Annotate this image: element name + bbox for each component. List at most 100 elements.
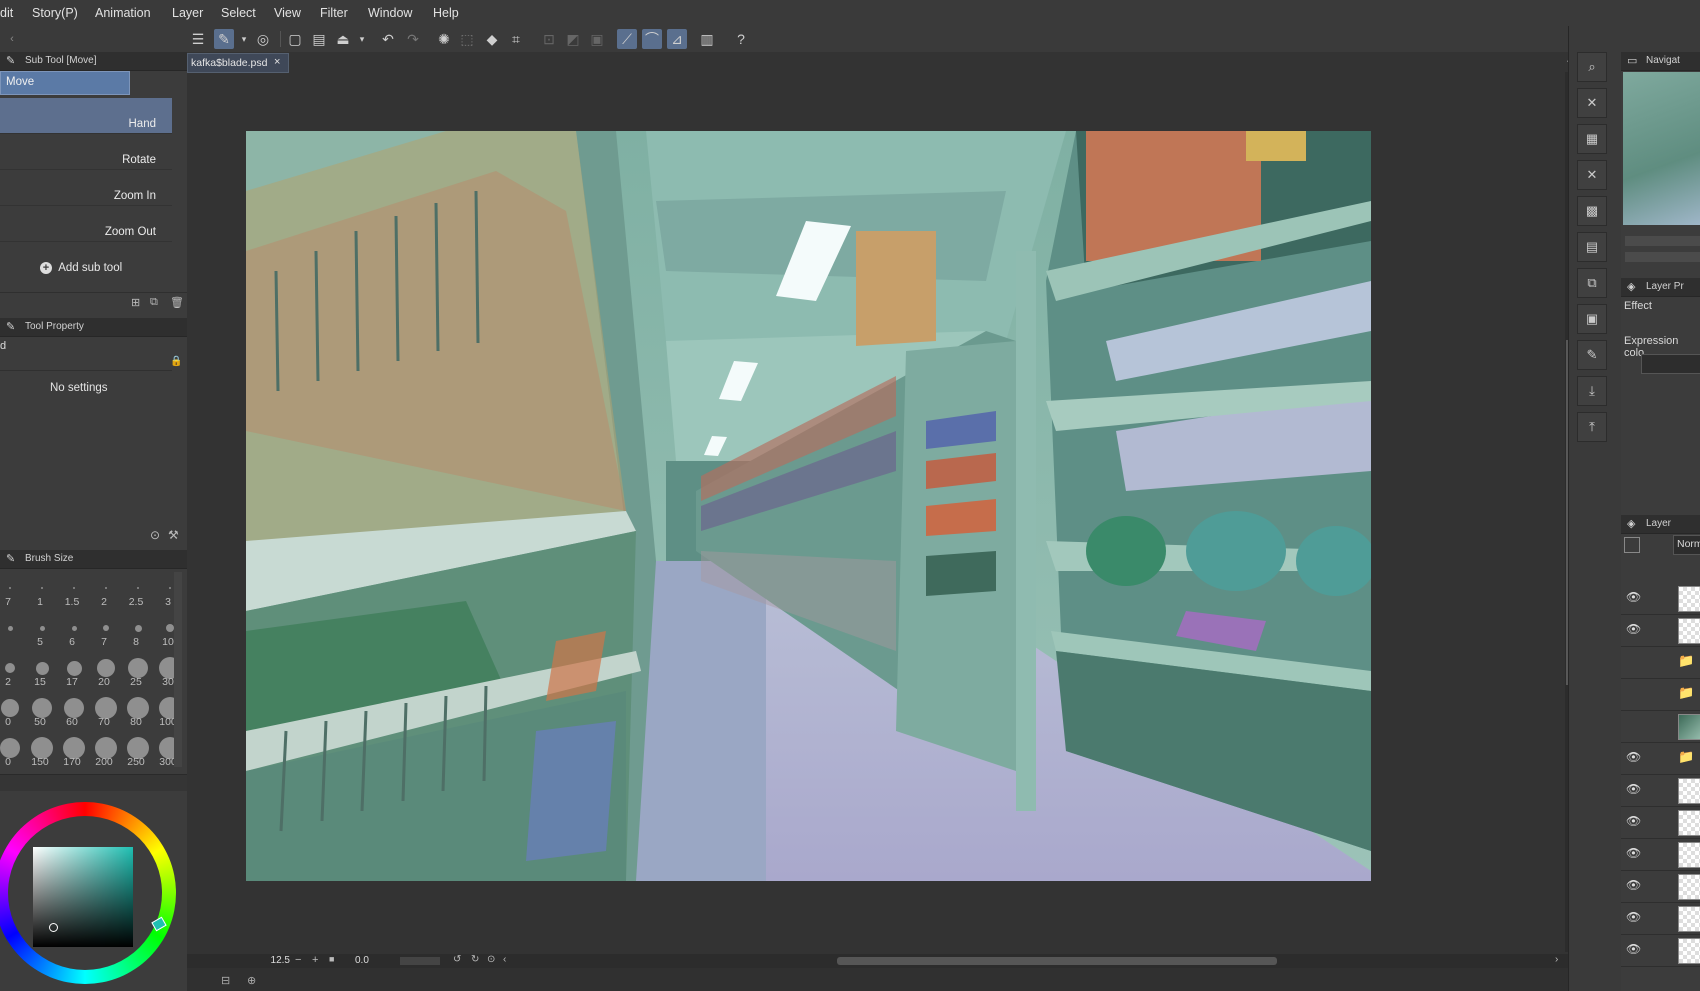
brush-size-cell[interactable]: 70 — [90, 690, 122, 730]
brush-size-cell[interactable]: 1.5 — [58, 570, 90, 610]
brush-size-cell[interactable]: 250 — [122, 730, 154, 770]
menu-select[interactable]: Select — [221, 6, 256, 20]
navigator-preview[interactable] — [1623, 72, 1700, 225]
eye-icon[interactable]: 👁 — [1626, 878, 1641, 892]
layer-row[interactable]: 👁 — [1621, 774, 1700, 807]
menu-story[interactable]: Story(P) — [32, 6, 78, 20]
zoom-out-icon[interactable]: − — [295, 954, 301, 966]
menu-filter[interactable]: Filter — [320, 6, 348, 20]
document-tab[interactable]: kafka$blade.psd × — [187, 53, 289, 73]
sparkle-icon[interactable]: ✺ — [434, 29, 454, 49]
eye-icon[interactable]: 👁 — [1626, 910, 1641, 924]
flip-icon[interactable]: ‹ — [503, 954, 506, 965]
fit-icon[interactable]: ■ — [329, 954, 334, 964]
layer-row[interactable]: 📁 — [1621, 646, 1700, 679]
menu-animation[interactable]: Animation — [95, 6, 151, 20]
chevron-down-icon[interactable]: ▾ — [352, 29, 372, 49]
brush-size-cell[interactable]: 1 — [26, 570, 58, 610]
copy-subtool-icon[interactable]: ⧉ — [150, 296, 162, 308]
navigator-rotate-slider[interactable] — [1625, 252, 1700, 262]
brush-size-cell[interactable]: 150 — [26, 730, 58, 770]
export-icon[interactable]: ⤒ — [1577, 412, 1607, 442]
redo-icon[interactable]: ↷ — [403, 29, 423, 49]
edit-mode-icon[interactable]: ✎ — [214, 29, 234, 49]
subtool-group-tab[interactable]: Move — [0, 71, 130, 95]
layer-row[interactable]: 👁 — [1621, 582, 1700, 615]
layer-row[interactable]: 👁 — [1621, 934, 1700, 967]
mask-icon[interactable]: ◩ — [563, 29, 583, 49]
layer-row[interactable]: 👁 — [1621, 902, 1700, 935]
layer-row[interactable]: 👁 — [1621, 614, 1700, 647]
brush-size-cell[interactable]: 60 — [58, 690, 90, 730]
fill-icon[interactable]: ◆ — [482, 29, 502, 49]
transform-icon[interactable]: ⧉ — [1577, 268, 1607, 298]
blend-mode-select[interactable]: Norm — [1673, 535, 1700, 555]
chevron-down-icon[interactable]: ▾ — [234, 29, 254, 49]
layer-row[interactable]: 👁 📁 — [1621, 742, 1700, 775]
brush-size-cell[interactable]: 25 — [122, 650, 154, 690]
frame-icon[interactable]: ▣ — [587, 29, 607, 49]
color-saturation-square[interactable] — [33, 847, 133, 947]
new-file-icon[interactable]: ▢ — [285, 29, 305, 49]
add-subtool-icon[interactable]: ⊞ — [131, 296, 143, 309]
subtool-item-rotate[interactable]: Rotate — [0, 134, 172, 170]
expression-color-select[interactable] — [1641, 354, 1700, 374]
subtool-item-hand[interactable]: Hand — [0, 98, 172, 134]
layer-row[interactable]: 👁 — [1621, 806, 1700, 839]
brush-size-cell[interactable]: 2 — [0, 650, 26, 690]
eye-icon[interactable]: 👁 — [1626, 814, 1641, 828]
search-icon[interactable]: ⌕ — [1577, 52, 1607, 82]
close-window-icon[interactable]: ✕ — [1577, 160, 1607, 190]
canvas-artwork[interactable] — [246, 131, 1371, 881]
snap-grid-icon[interactable]: ⊿ — [667, 29, 687, 49]
layer-row[interactable]: 👁 — [1621, 870, 1700, 903]
brush-size-cell[interactable]: 7 — [0, 570, 26, 610]
eye-icon[interactable]: 👁 — [1626, 622, 1641, 636]
brush-size-cell[interactable]: 15 — [26, 650, 58, 690]
subtool-item-zoom-in[interactable]: Zoom In — [0, 170, 172, 206]
eye-icon[interactable]: 👁 — [1626, 942, 1641, 956]
rotate-left-icon[interactable]: ↺ — [453, 954, 461, 965]
brush-size-cell[interactable]: 200 — [90, 730, 122, 770]
brush-size-cell[interactable]: 8 — [122, 610, 154, 650]
layer-color-toggle[interactable] — [1624, 537, 1640, 553]
subtool-item-zoom-out[interactable]: Zoom Out — [0, 206, 172, 242]
rotate-right-icon[interactable]: ↻ — [471, 954, 479, 965]
eye-icon[interactable]: 👁 — [1626, 846, 1641, 860]
navigator-zoom-slider[interactable] — [1625, 236, 1700, 246]
edit-doc-icon[interactable]: ✎ — [1577, 340, 1607, 370]
brush-size-scrollbar[interactable] — [174, 572, 182, 767]
menu-edit[interactable]: dit — [0, 6, 13, 20]
reset-rotation-icon[interactable]: ⊙ — [487, 954, 495, 965]
brush-size-cell[interactable]: 0 — [0, 730, 26, 770]
layout-icon[interactable]: ⊕ — [247, 974, 256, 987]
zoom-in-icon[interactable]: + — [312, 954, 318, 966]
undo-icon[interactable]: ↶ — [378, 29, 398, 49]
collapse-left-icon[interactable]: ‹ — [2, 29, 22, 49]
brush-size-cell[interactable]: 170 — [58, 730, 90, 770]
layer-row[interactable]: 👁 — [1621, 838, 1700, 871]
selection-icon[interactable]: ⬚ — [457, 29, 477, 49]
brush-size-cell[interactable]: 17 — [58, 650, 90, 690]
settings-icon[interactable]: ⚒ — [168, 528, 179, 542]
ruler-icon[interactable]: ⊡ — [539, 29, 559, 49]
eye-icon[interactable]: 👁 — [1626, 750, 1641, 764]
close-file-icon[interactable]: ✕ — [1577, 88, 1607, 118]
menu-help[interactable]: Help — [433, 6, 459, 20]
add-sub-tool-button[interactable]: + Add sub tool — [40, 262, 122, 274]
rotation-slider[interactable] — [400, 957, 440, 965]
brush-size-cell[interactable]: 2.5 — [122, 570, 154, 610]
layer-icon[interactable]: ▤ — [1577, 232, 1607, 262]
lock-icon[interactable]: 🔒 — [170, 356, 182, 367]
brush-size-cell[interactable] — [0, 610, 26, 650]
brush-size-cell[interactable]: 50 — [26, 690, 58, 730]
wrench-icon[interactable]: ⊙ — [150, 528, 160, 542]
close-icon[interactable]: × — [274, 56, 280, 68]
eye-icon[interactable]: 👁 — [1626, 782, 1641, 796]
layer-row[interactable] — [1621, 710, 1700, 743]
transform-icon[interactable]: ⌗ — [506, 29, 526, 49]
timeline-icon[interactable]: ⊟ — [221, 974, 230, 987]
rotation-value[interactable]: 0.0 — [355, 955, 369, 966]
device-icon[interactable]: ▥ — [697, 29, 717, 49]
snap-ruler-icon[interactable]: ⟋ — [617, 29, 637, 49]
